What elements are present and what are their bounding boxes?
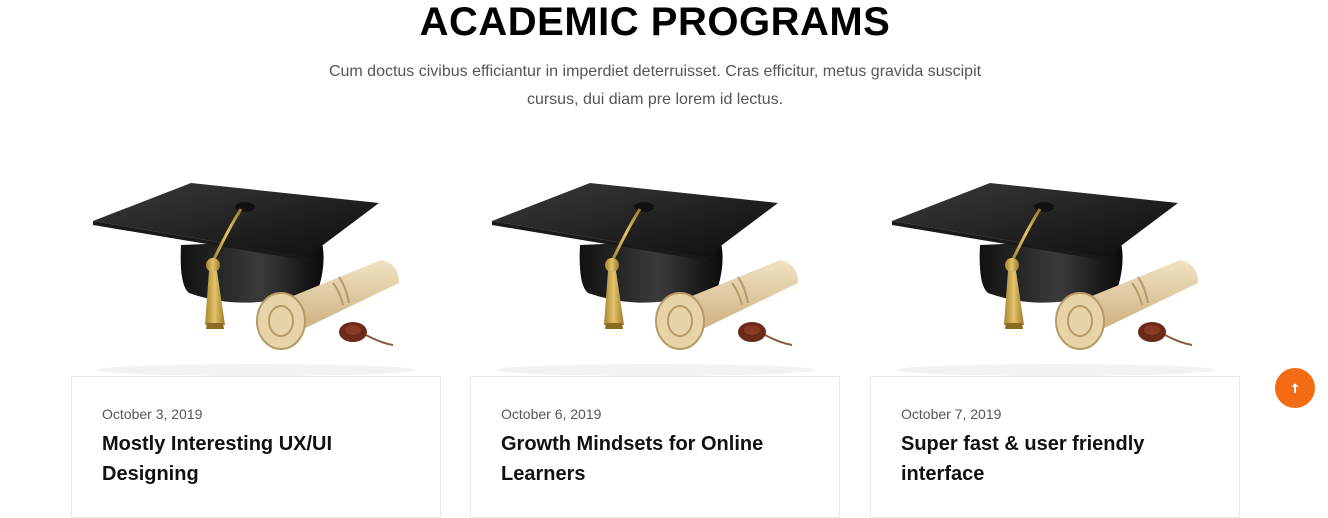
program-title-link[interactable]: Mostly Interesting UX/UI Designing — [102, 429, 422, 489]
arrow-up-icon — [1291, 383, 1299, 393]
scroll-to-top-button[interactable] — [1275, 368, 1315, 408]
section-title: ACADEMIC PROGRAMS — [419, 0, 891, 44]
program-date: October 3, 2019 — [102, 406, 203, 422]
program-card[interactable]: October 7, 2019 Super fast & user friend… — [870, 165, 1240, 518]
program-date: October 6, 2019 — [501, 406, 602, 422]
program-image[interactable] — [880, 165, 1230, 377]
graduation-cap-icon — [91, 181, 418, 377]
program-title-link[interactable]: Super fast & user friendly interface — [901, 429, 1221, 489]
program-image[interactable] — [81, 165, 431, 377]
program-image[interactable] — [480, 165, 830, 377]
program-date: October 7, 2019 — [901, 406, 1002, 422]
card-body: October 7, 2019 Super fast & user friend… — [870, 376, 1240, 518]
graduation-cap-icon — [490, 181, 817, 377]
program-card[interactable]: October 6, 2019 Growth Mindsets for Onli… — [470, 165, 840, 518]
section-subtitle: Cum doctus civibus efficiantur in imperd… — [328, 63, 982, 108]
program-card[interactable]: October 3, 2019 Mostly Interesting UX/UI… — [71, 165, 441, 518]
program-title-link[interactable]: Growth Mindsets for Online Learners — [501, 429, 821, 489]
card-body: October 6, 2019 Growth Mindsets for Onli… — [470, 376, 840, 518]
card-body: October 3, 2019 Mostly Interesting UX/UI… — [71, 376, 441, 518]
graduation-cap-icon — [890, 181, 1217, 377]
